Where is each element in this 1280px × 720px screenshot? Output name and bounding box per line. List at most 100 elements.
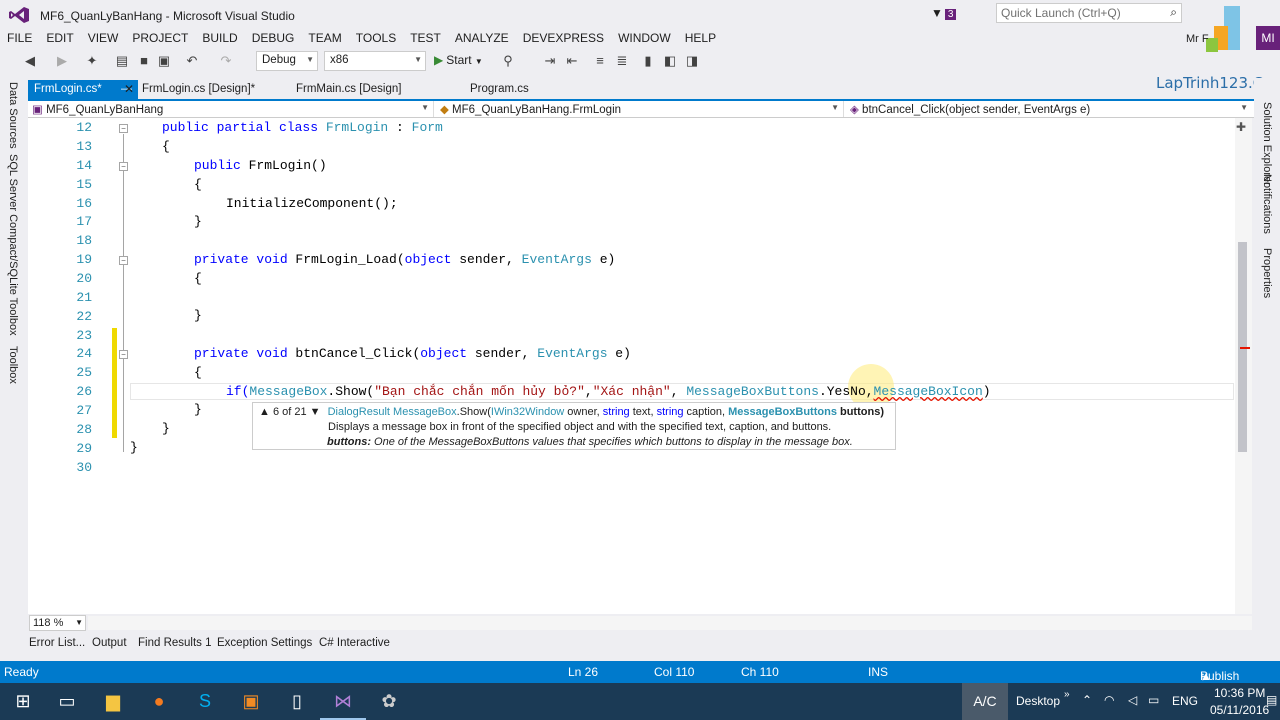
- error-marker[interactable]: [1240, 347, 1250, 349]
- user-avatar[interactable]: MI: [1256, 26, 1280, 50]
- line-number: 12: [76, 120, 92, 135]
- platform-select[interactable]: x86 ▼: [324, 51, 426, 71]
- param-name: text,: [629, 406, 657, 418]
- collapse-icon[interactable]: −: [119, 162, 128, 171]
- solution-config-select[interactable]: Debug ▼: [256, 51, 318, 71]
- menu-tools[interactable]: TOOLS: [349, 30, 403, 46]
- menu-file[interactable]: FILE: [0, 30, 39, 46]
- menu-analyze[interactable]: ANALYZE: [448, 30, 516, 46]
- properties-tab[interactable]: Properties: [1261, 248, 1273, 298]
- line-number: 25: [76, 365, 92, 380]
- notification-flag[interactable]: ▼ 3: [931, 6, 957, 20]
- code-line-14: public FrmLogin(): [194, 158, 327, 173]
- project-dropdown[interactable]: ▣ MF6_QuanLyBanHang ▼: [28, 101, 434, 117]
- file-explorer-icon[interactable]: ▆: [90, 683, 136, 720]
- collapse-icon[interactable]: −: [119, 256, 128, 265]
- collapse-icon[interactable]: −: [119, 350, 128, 359]
- notifications-tab[interactable]: Notifications: [1261, 174, 1273, 234]
- tab-csharp-interactive[interactable]: C# Interactive: [319, 637, 390, 649]
- ac-indicator[interactable]: A/C: [962, 683, 1008, 720]
- menu-build[interactable]: BUILD: [195, 30, 244, 46]
- forward-icon[interactable]: ▶: [54, 53, 70, 69]
- tray-expand-icon[interactable]: ⌃: [1082, 693, 1092, 707]
- navigation-bar: ▣ MF6_QuanLyBanHang ▼ ◆ MF6_QuanLyBanHang…: [28, 101, 1254, 118]
- tab-frmmain-design[interactable]: FrmMain.cs [Design]: [290, 80, 407, 100]
- code-editor[interactable]: [28, 118, 1252, 614]
- sqlite-toolbox-tab[interactable]: SQL Server Compact/SQLite Toolbox: [7, 154, 19, 336]
- split-editor-icon[interactable]: ✚: [1236, 120, 1246, 134]
- battery-icon[interactable]: ▭: [1148, 693, 1159, 707]
- chevron-right-icon[interactable]: »: [1064, 689, 1070, 700]
- type: MessageBoxButtons: [686, 384, 819, 399]
- close-icon[interactable]: ✕: [124, 82, 134, 96]
- code-line-26[interactable]: if(MessageBox.Show("Bạn chắc chắn mốn hủ…: [226, 384, 991, 399]
- tab-label: FrmLogin.cs [Design]*: [142, 83, 256, 95]
- save-icon[interactable]: ■: [136, 53, 152, 69]
- language-indicator[interactable]: ENG: [1172, 694, 1198, 708]
- save-all-icon[interactable]: ▣: [156, 53, 172, 69]
- prev-overload-icon[interactable]: ▲: [259, 406, 270, 418]
- bookmark-icon[interactable]: ▮: [640, 53, 656, 69]
- wifi-icon[interactable]: ◠: [1104, 693, 1114, 707]
- keyword: object: [420, 346, 468, 361]
- start-button[interactable]: ▶ Start ▼: [434, 53, 483, 67]
- step-icon[interactable]: ⇥: [542, 53, 558, 69]
- member-dropdown[interactable]: ◈ btnCancel_Click(object sender, EventAr…: [846, 101, 1252, 117]
- undo-icon[interactable]: ↶: [184, 53, 200, 69]
- notepad-icon[interactable]: ▯: [274, 683, 320, 720]
- tab-output[interactable]: Output: [92, 637, 127, 649]
- menu-debug[interactable]: DEBUG: [245, 30, 302, 46]
- tab-frmlogin-design[interactable]: FrmLogin.cs [Design]*: [136, 80, 261, 100]
- menu-project[interactable]: PROJECT: [125, 30, 195, 46]
- menu-edit[interactable]: EDIT: [39, 30, 80, 46]
- line-number: 13: [76, 139, 92, 154]
- next-overload-icon[interactable]: ▼: [310, 406, 321, 418]
- open-file-icon[interactable]: ▤: [114, 53, 130, 69]
- status-text: Ready: [4, 665, 39, 679]
- browser-link-icon[interactable]: ⚲: [500, 53, 516, 69]
- menu-test[interactable]: TEST: [403, 30, 448, 46]
- app-icon[interactable]: ✿: [366, 683, 412, 720]
- tab-label: FrmLogin.cs*: [34, 83, 102, 95]
- indent-icon[interactable]: ⇤: [564, 53, 580, 69]
- volume-icon[interactable]: ◁: [1128, 693, 1137, 707]
- uncomment-icon[interactable]: ≣: [614, 53, 630, 69]
- tab-program-cs[interactable]: Program.cs: [464, 80, 535, 100]
- desktop-toolbar[interactable]: Desktop: [1016, 694, 1060, 708]
- tab-error-list[interactable]: Error List...: [29, 637, 85, 649]
- task-view-icon[interactable]: ▭: [44, 683, 90, 720]
- zoom-select[interactable]: 118 % ▼: [29, 615, 86, 631]
- skype-icon[interactable]: S: [182, 683, 228, 720]
- redo-icon[interactable]: ↷: [218, 53, 234, 69]
- new-project-icon[interactable]: ✦: [84, 53, 100, 69]
- windows-start-icon[interactable]: ⊞: [0, 683, 46, 720]
- clock-date[interactable]: 05/11/2016: [1210, 703, 1269, 717]
- tab-exception-settings[interactable]: Exception Settings: [217, 637, 312, 649]
- horizontal-scrollbar[interactable]: [88, 616, 1252, 630]
- comment-icon[interactable]: ≡: [592, 53, 608, 69]
- menu-window[interactable]: WINDOW: [611, 30, 678, 46]
- menu-help[interactable]: HELP: [678, 30, 723, 46]
- class-icon: ◆: [440, 104, 453, 116]
- firefox-icon[interactable]: ●: [136, 683, 182, 720]
- type-dropdown[interactable]: ◆ MF6_QuanLyBanHang.FrmLogin ▼: [436, 101, 844, 117]
- camtasia-icon[interactable]: ▣: [228, 683, 274, 720]
- data-sources-tab[interactable]: Data Sources: [7, 82, 19, 149]
- tab-frmlogin-cs[interactable]: FrmLogin.cs* —: [28, 80, 138, 100]
- action-center-icon[interactable]: ▤: [1266, 693, 1277, 707]
- prev-bookmark-icon[interactable]: ◧: [662, 53, 678, 69]
- tab-find-results[interactable]: Find Results 1: [138, 637, 212, 649]
- return-type: DialogResult: [327, 406, 390, 418]
- back-icon[interactable]: ◀: [22, 53, 38, 69]
- visual-studio-taskbar-icon[interactable]: ⋈: [320, 683, 366, 720]
- csharp-project-icon: ▣: [32, 104, 47, 116]
- toolbox-tab[interactable]: Toolbox: [7, 346, 19, 384]
- clock-time[interactable]: 10:36 PM: [1214, 686, 1265, 700]
- collapse-icon[interactable]: −: [119, 124, 128, 133]
- quick-launch-input[interactable]: Quick Launch (Ctrl+Q) ⌕: [996, 3, 1182, 23]
- menu-devexpress[interactable]: DEVEXPRESS: [516, 30, 611, 46]
- menu-view[interactable]: VIEW: [81, 30, 126, 46]
- menu-team[interactable]: TEAM: [301, 30, 348, 46]
- tab-label: FrmMain.cs [Design]: [296, 83, 402, 95]
- next-bookmark-icon[interactable]: ◨: [684, 53, 700, 69]
